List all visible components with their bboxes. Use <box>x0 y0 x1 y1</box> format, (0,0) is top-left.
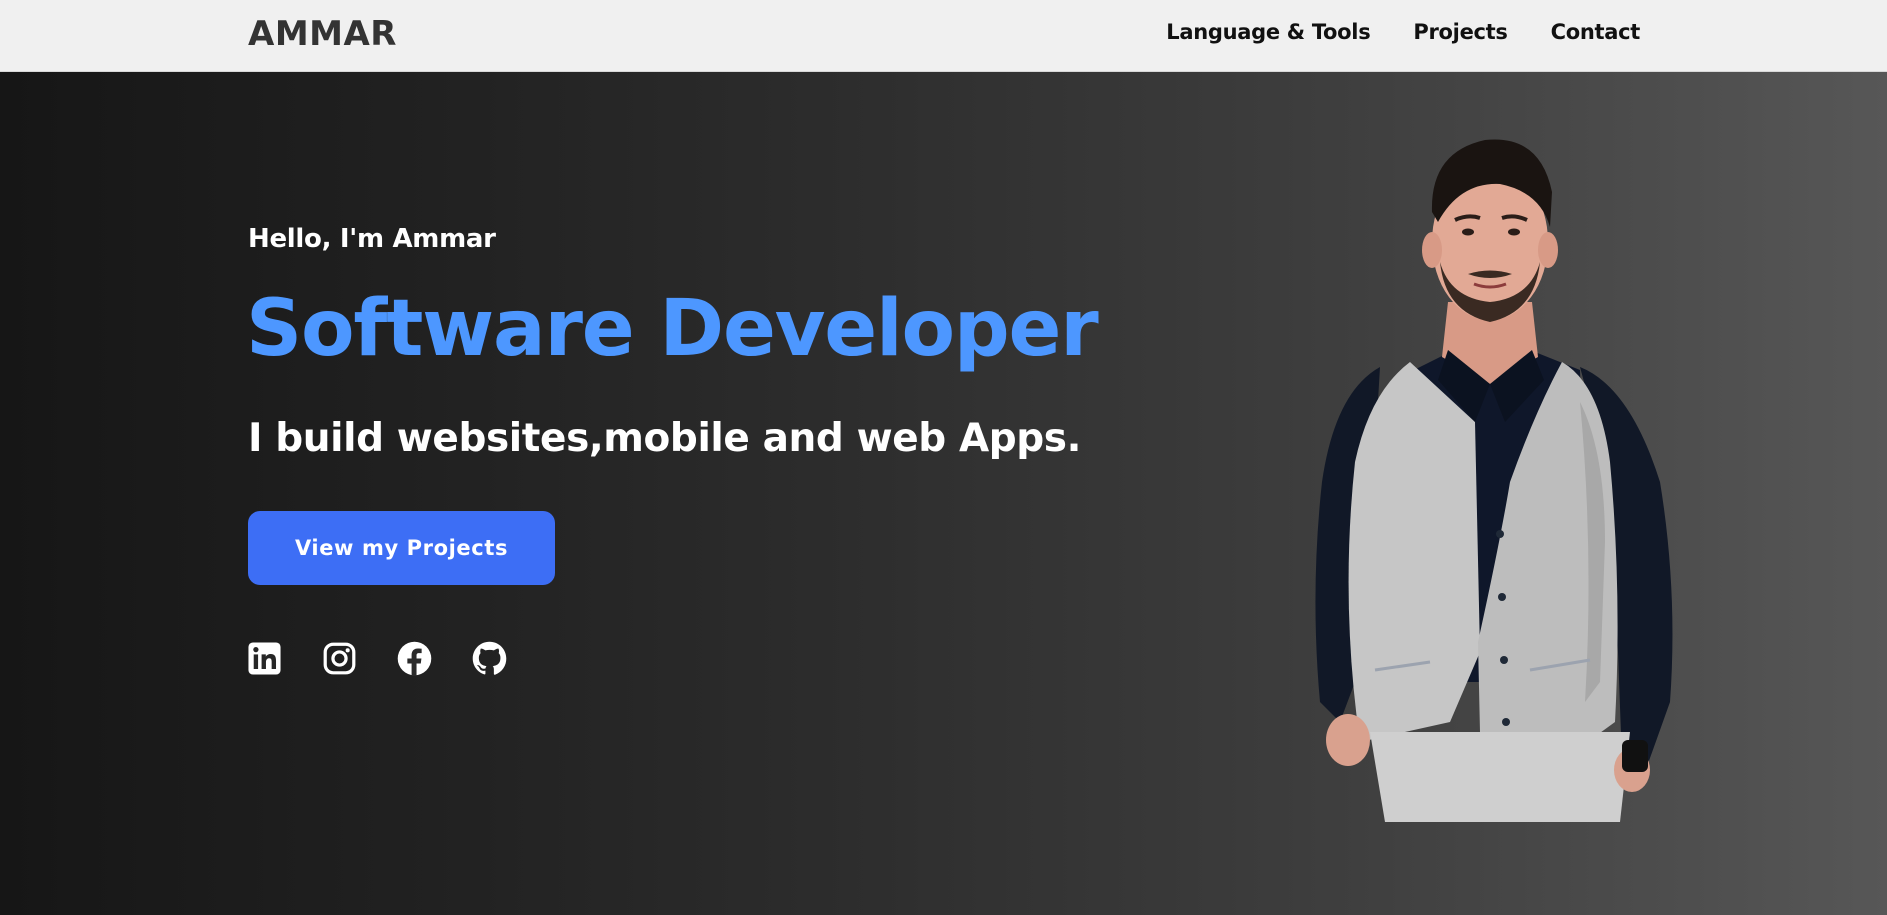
profile-photo <box>1315 139 1673 822</box>
linkedin-icon[interactable] <box>247 641 282 676</box>
main-nav: Language & Tools Projects Contact <box>1166 20 1640 44</box>
hero-greeting: Hello, I'm Ammar <box>248 224 496 254</box>
nav-link-contact[interactable]: Contact <box>1551 20 1641 44</box>
social-links <box>247 641 507 676</box>
hero-title: Software Developer <box>246 284 1099 374</box>
github-icon[interactable] <box>472 641 507 676</box>
hero-section: Hello, I'm Ammar Software Developer I bu… <box>0 72 1887 915</box>
instagram-icon[interactable] <box>322 641 357 676</box>
nav-link-projects[interactable]: Projects <box>1413 20 1508 44</box>
facebook-icon[interactable] <box>397 641 432 676</box>
nav-link-language-tools[interactable]: Language & Tools <box>1166 20 1370 44</box>
brand-logo[interactable]: AMMAR <box>248 14 397 54</box>
view-projects-button[interactable]: View my Projects <box>248 511 555 585</box>
top-navbar: AMMAR Language & Tools Projects Contact <box>0 0 1887 72</box>
hero-tagline: I build websites,mobile and web Apps. <box>248 416 1082 461</box>
